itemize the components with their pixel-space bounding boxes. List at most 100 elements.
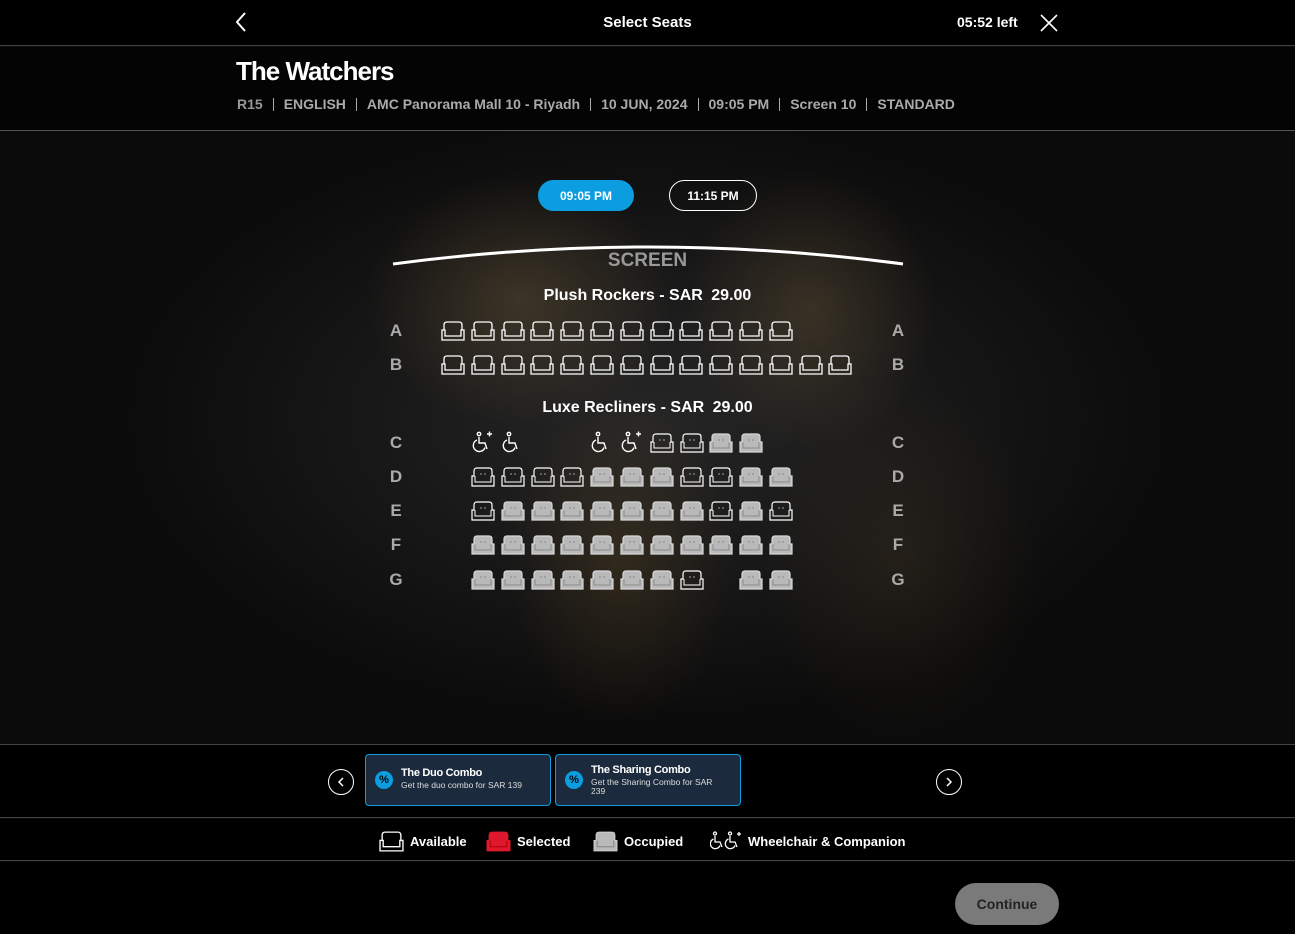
seat-d1[interactable] <box>471 467 495 487</box>
seat-a12[interactable] <box>769 321 793 341</box>
session-timer: 05:52 left <box>957 14 1018 30</box>
showtime-0905[interactable]: 09:05 PM <box>538 180 634 211</box>
seat-b3[interactable] <box>501 355 525 375</box>
top-bar: Select Seats 05:52 left <box>0 0 1295 46</box>
occupied-seat-e3 <box>531 501 555 521</box>
occupied-seat-f7 <box>650 535 674 555</box>
seat-a10[interactable] <box>709 321 733 341</box>
seat-d3[interactable] <box>531 467 555 487</box>
occupied-seat-e8 <box>680 501 704 521</box>
date: 10 JUN, 2024 <box>601 96 688 112</box>
occupied-seat-g2 <box>501 570 525 590</box>
legend-occupied: Occupied <box>593 831 683 852</box>
seat-a7[interactable] <box>620 321 644 341</box>
section-luxe-recliners: Luxe Recliners - SAR 29.00 <box>0 399 1295 417</box>
cinema: AMC Panorama Mall 10 - Riyadh <box>366 96 581 112</box>
section-price: 29.00 <box>712 399 753 416</box>
row-label-b: B <box>389 355 403 374</box>
seat-b8[interactable] <box>650 355 674 375</box>
seat-b12[interactable] <box>769 355 793 375</box>
seat-c7[interactable] <box>650 433 674 453</box>
seat-a3[interactable] <box>501 321 525 341</box>
section-currency: SAR <box>670 399 705 416</box>
seat-b13[interactable] <box>799 355 823 375</box>
occupied-seat-g6 <box>620 570 644 590</box>
movie-info: The Watchers R15 ENGLISH AMC Panorama Ma… <box>0 47 1295 131</box>
seat-b6[interactable] <box>590 355 614 375</box>
seat-a9[interactable] <box>679 321 703 341</box>
occupied-seat-g10 <box>739 570 763 590</box>
seat-b2[interactable] <box>471 355 495 375</box>
row-label-d: D <box>389 467 403 486</box>
row-label-f: F <box>390 535 402 554</box>
experience: STANDARD <box>877 96 955 112</box>
seat-a11[interactable] <box>739 321 763 341</box>
wheelchair-seat-c5[interactable] <box>590 431 614 453</box>
showtime-selector: 09:05 PM 11:15 PM <box>0 180 1295 211</box>
wheelchair-icon <box>710 831 741 850</box>
continue-button[interactable]: Continue <box>955 883 1059 925</box>
seat-a1[interactable] <box>441 321 465 341</box>
seat-a6[interactable] <box>590 321 614 341</box>
seat-selection-page: Select Seats 05:52 left The Watchers R15… <box>0 0 1295 934</box>
seat-d4[interactable] <box>560 467 584 487</box>
seat-a4[interactable] <box>530 321 554 341</box>
section-currency: SAR <box>669 287 703 304</box>
row-label-a: A <box>891 321 905 340</box>
footer: Continue <box>0 862 1295 934</box>
row-label-e: E <box>390 501 402 520</box>
occupied-seat-g11 <box>769 570 793 590</box>
occupied-seat-e7 <box>650 501 674 521</box>
seat-e9[interactable] <box>709 501 733 521</box>
occupied-seat-f4 <box>560 535 584 555</box>
occupied-seat-g4 <box>560 570 584 590</box>
discount-icon: % <box>375 771 393 789</box>
occupied-seat-f9 <box>709 535 733 555</box>
seat-d2[interactable] <box>501 467 525 487</box>
occupied-seat-f3 <box>531 535 555 555</box>
row-label-e: E <box>892 501 904 520</box>
seat-e11[interactable] <box>769 501 793 521</box>
combo-prev-button[interactable] <box>328 769 354 795</box>
wheelchair-seat-c6[interactable] <box>620 431 644 453</box>
seat-b11[interactable] <box>739 355 763 375</box>
wheelchair-seat-c1[interactable] <box>471 431 495 453</box>
occupied-seat-f5 <box>590 535 614 555</box>
occupied-seat-e4 <box>560 501 584 521</box>
selected-seat-icon <box>486 831 511 852</box>
combo-next-button[interactable] <box>936 769 962 795</box>
seat-b14[interactable] <box>828 355 852 375</box>
seat-g8[interactable] <box>680 570 704 590</box>
row-label-f: F <box>892 535 904 554</box>
seat-b1[interactable] <box>441 355 465 375</box>
combo-title: The Sharing Combo <box>591 764 691 776</box>
seat-b5[interactable] <box>560 355 584 375</box>
legend-wheelchair: Wheelchair & Companion <box>710 831 905 851</box>
seat-a2[interactable] <box>471 321 495 341</box>
seat-c8[interactable] <box>680 433 704 453</box>
occupied-seat-icon <box>593 831 618 852</box>
discount-icon: % <box>565 771 583 789</box>
language: ENGLISH <box>283 96 346 112</box>
occupied-seat-d6 <box>620 467 644 487</box>
seat-b10[interactable] <box>709 355 733 375</box>
occupied-seat-e6 <box>620 501 644 521</box>
seat-legend: Available Selected Occupied Wheelchair &… <box>0 819 1295 861</box>
seat-b7[interactable] <box>620 355 644 375</box>
occupied-seat-c9 <box>709 433 733 453</box>
seat-b4[interactable] <box>530 355 554 375</box>
row-label-c: C <box>891 433 905 452</box>
wheelchair-seat-c2[interactable] <box>501 431 525 453</box>
seat-d9[interactable] <box>709 467 733 487</box>
close-icon[interactable] <box>1038 12 1060 34</box>
combo-card-duo[interactable]: % The Duo Combo Get the duo combo for SA… <box>365 754 551 806</box>
seat-e1[interactable] <box>471 501 495 521</box>
seat-a5[interactable] <box>560 321 584 341</box>
seat-d8[interactable] <box>680 467 704 487</box>
movie-meta: R15 ENGLISH AMC Panorama Mall 10 - Riyad… <box>237 96 955 112</box>
rating: R15 <box>237 96 263 112</box>
combo-card-sharing[interactable]: % The Sharing Combo Get the Sharing Comb… <box>555 754 741 806</box>
seat-b9[interactable] <box>679 355 703 375</box>
seat-a8[interactable] <box>650 321 674 341</box>
showtime-1115[interactable]: 11:15 PM <box>669 180 757 211</box>
